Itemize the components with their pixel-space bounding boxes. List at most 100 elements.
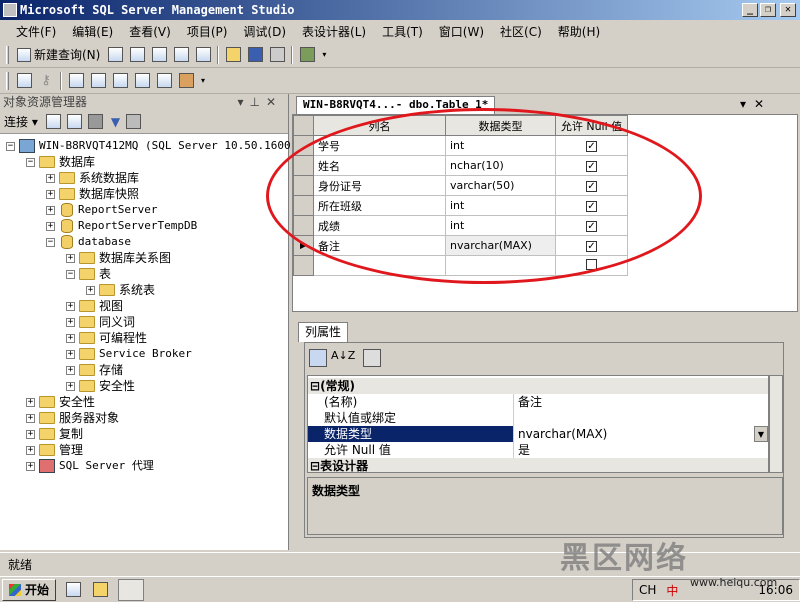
column-name-cell[interactable]: 所在班级 (313, 195, 446, 216)
disconnect-icon[interactable] (66, 114, 82, 129)
open-file-button[interactable] (223, 45, 243, 65)
menu-table-designer[interactable]: 表设计器(L) (294, 23, 374, 40)
row-selector[interactable] (293, 215, 314, 236)
maximize-button[interactable]: ❐ (760, 3, 776, 17)
property-row[interactable]: (名称) 备注 (308, 394, 768, 410)
indexes-button[interactable] (88, 71, 108, 91)
row-selector[interactable] (293, 155, 314, 176)
panel-controls[interactable]: ▾⊥✕ (237, 94, 288, 110)
row-selector[interactable] (293, 135, 314, 156)
toolbar-grip[interactable] (6, 71, 9, 90)
menu-help[interactable]: 帮助(H) (550, 23, 608, 40)
table-row[interactable]: 所在班级 int ✓ (293, 195, 628, 216)
generate-script-button[interactable] (14, 71, 34, 91)
menu-file[interactable]: 文件(F) (8, 23, 64, 40)
expand-icon[interactable]: + (26, 397, 35, 407)
expand-icon[interactable]: + (46, 173, 55, 183)
expand-icon[interactable]: + (26, 461, 35, 471)
allow-null-cell[interactable]: ✓ (555, 135, 628, 156)
activity-monitor-button[interactable] (297, 45, 317, 65)
data-type-cell[interactable]: varchar(50) (445, 175, 556, 196)
data-type-cell[interactable]: int (445, 135, 556, 156)
stop-icon[interactable] (87, 114, 103, 129)
expand-icon[interactable]: + (66, 301, 75, 311)
tab-column-properties[interactable]: 列属性 (298, 322, 349, 342)
collapse-icon[interactable]: − (6, 141, 15, 151)
expand-icon[interactable]: + (86, 285, 95, 295)
alphabetical-icon[interactable]: A↓Z (331, 349, 355, 367)
column-name-cell[interactable]: 学号 (313, 135, 446, 156)
ssms-task-button[interactable] (118, 578, 145, 601)
start-button[interactable]: 开始 (2, 578, 57, 601)
row-selector[interactable] (293, 175, 314, 196)
data-type-dropdown[interactable]: nvarchar(MAX) (514, 426, 754, 442)
menu-debug[interactable]: 调试(D) (235, 23, 294, 40)
table-row[interactable]: 姓名 nchar(10) ✓ (293, 155, 628, 176)
expand-icon[interactable]: + (66, 253, 75, 263)
expand-icon[interactable]: + (46, 221, 55, 231)
spatial-index-button[interactable] (176, 71, 196, 91)
xml-index-button[interactable] (132, 71, 152, 91)
refresh-icon[interactable] (126, 114, 142, 129)
filter-icon[interactable]: ▼ (111, 115, 120, 129)
allow-null-cell[interactable]: ✓ (555, 215, 628, 236)
menu-view[interactable]: 查看(V) (121, 23, 179, 40)
column-name-cell[interactable]: 成绩 (313, 215, 446, 236)
column-name-cell[interactable]: 姓名 (313, 155, 446, 176)
xmla-query-button[interactable] (171, 45, 191, 65)
close-button[interactable]: ✕ (780, 3, 796, 17)
column-name-cell[interactable]: 备注 (313, 235, 446, 256)
toolbar-overflow[interactable]: ▾ (198, 71, 208, 91)
data-type-cell[interactable]: int (445, 215, 556, 236)
collapse-icon[interactable]: − (66, 269, 75, 279)
collapse-icon[interactable]: ⊟ (308, 378, 320, 394)
data-type-cell[interactable] (445, 255, 556, 276)
allow-null-checkbox[interactable]: ✓ (586, 181, 597, 192)
table-row-new[interactable] (293, 255, 628, 276)
print-button[interactable] (267, 45, 287, 65)
tree-node-diagrams[interactable]: + 数据库关系图 (66, 250, 171, 266)
tree-node-database[interactable]: − database (46, 234, 131, 250)
set-primary-key-button[interactable]: ⚷ (36, 71, 56, 91)
tree-node-server-objects[interactable]: + 服务器对象 (26, 410, 119, 426)
allow-null-checkbox[interactable]: ✓ (586, 221, 597, 232)
dmx-query-button[interactable] (149, 45, 169, 65)
property-row[interactable]: 默认值或绑定 (308, 410, 768, 426)
property-row[interactable]: 允许 Null 值 是 (308, 442, 768, 458)
tree-node-databases[interactable]: − 数据库 (26, 154, 95, 170)
expand-icon[interactable]: + (46, 205, 55, 215)
toolbar-overflow[interactable]: ▾ (319, 45, 329, 65)
tree-node-system-tables[interactable]: + 系统表 (86, 282, 155, 298)
allow-null-cell[interactable] (555, 255, 628, 276)
allow-null-cell[interactable]: ✓ (555, 175, 628, 196)
tab-controls[interactable]: ▾✕ (740, 97, 772, 111)
sqlce-query-button[interactable] (193, 45, 213, 65)
table-row[interactable]: 身份证号 varchar(50) ✓ (293, 175, 628, 196)
toolbar-grip[interactable] (6, 45, 9, 64)
tree-node-storage[interactable]: + 存储 (66, 362, 123, 378)
tree-node-tables[interactable]: − 表 (66, 266, 111, 282)
menu-project[interactable]: 项目(P) (179, 23, 236, 40)
current-row-arrow-icon[interactable]: ▶ (293, 235, 314, 256)
expand-icon[interactable]: + (26, 429, 35, 439)
data-type-cell[interactable]: int (445, 195, 556, 216)
menu-tools[interactable]: 工具(T) (374, 23, 431, 40)
tree-node-reportservertempdb[interactable]: + ReportServerTempDB (46, 218, 197, 234)
allow-null-checkbox[interactable]: ✓ (586, 161, 597, 172)
section-table-designer[interactable]: ⊟ 表设计器 (308, 458, 768, 472)
properties-scrollbar[interactable] (769, 375, 783, 473)
allow-null-checkbox[interactable] (586, 258, 597, 270)
tree-node-replication[interactable]: + 复制 (26, 426, 83, 442)
allow-null-checkbox[interactable]: ✓ (586, 201, 597, 212)
tree-node-db-security[interactable]: + 安全性 (66, 378, 135, 394)
connect-icon[interactable] (45, 114, 61, 129)
property-value[interactable]: 是 (514, 442, 768, 458)
database-engine-query-button[interactable] (105, 45, 125, 65)
expand-icon[interactable]: + (66, 317, 75, 327)
column-name-cell[interactable] (313, 255, 446, 276)
table-row[interactable]: 学号 int ✓ (293, 135, 628, 156)
quicklaunch-icon[interactable] (66, 582, 82, 597)
tree-node-programmability[interactable]: + 可编程性 (66, 330, 147, 346)
property-value[interactable] (514, 410, 768, 426)
check-constraints-button[interactable] (154, 71, 174, 91)
